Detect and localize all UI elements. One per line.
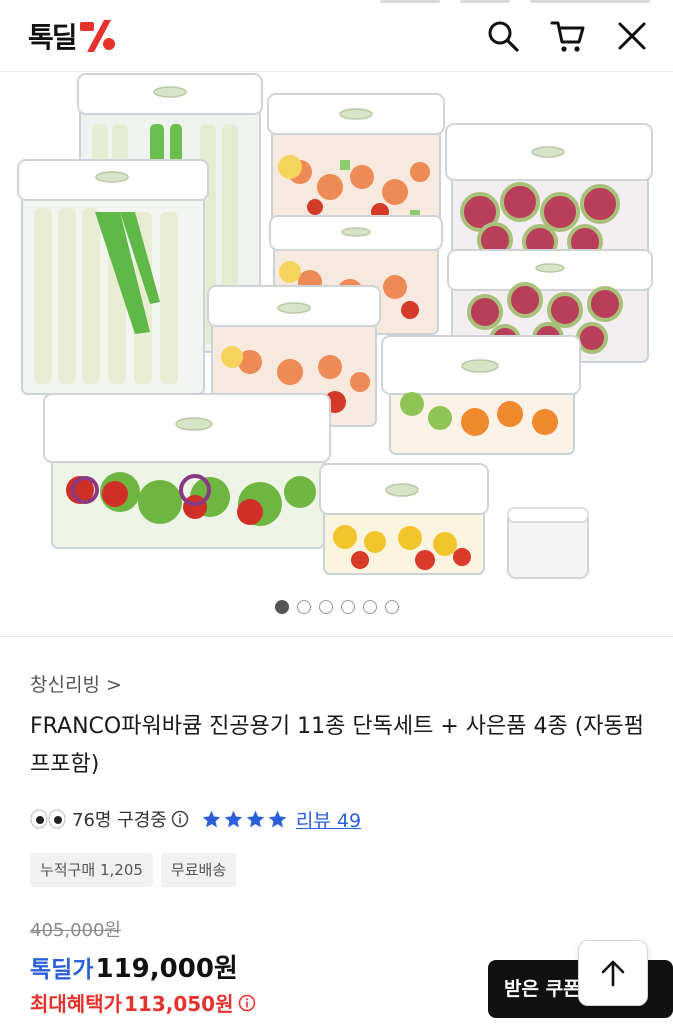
close-icon[interactable] bbox=[614, 18, 650, 54]
deal-price-value: 119,000원 bbox=[95, 954, 238, 984]
star-icon bbox=[224, 810, 243, 827]
max-benefit-row: 최대혜택가 113,050원 bbox=[30, 988, 256, 1017]
product-photo bbox=[17, 73, 653, 579]
gallery-dot[interactable] bbox=[274, 600, 289, 614]
product-tags: 누적구매 1,205 무료배송 bbox=[30, 853, 237, 887]
logo-text: 톡딜 bbox=[28, 21, 78, 54]
deal-price-label: 톡딜가 bbox=[30, 957, 94, 983]
star-icon bbox=[268, 810, 287, 827]
cart-icon[interactable] bbox=[550, 18, 586, 54]
section-divider bbox=[0, 636, 673, 637]
gallery-dot[interactable] bbox=[340, 600, 355, 614]
tag-free-shipping: 무료배송 bbox=[160, 853, 237, 887]
info-icon[interactable] bbox=[171, 810, 189, 828]
gallery-dot[interactable] bbox=[318, 600, 333, 614]
eyes-icon bbox=[30, 809, 66, 829]
deal-price-row: 톡딜가 119,000원 bbox=[30, 948, 238, 985]
scroll-top-button[interactable] bbox=[578, 940, 648, 1006]
gallery-pagination bbox=[0, 600, 673, 618]
star-icon bbox=[202, 810, 221, 827]
app-header: 톡딜 bbox=[0, 0, 673, 72]
star-icon bbox=[246, 810, 265, 827]
header-top-fragment bbox=[380, 0, 660, 3]
max-benefit-label: 최대혜택가 bbox=[30, 992, 122, 1016]
percent-mark-icon bbox=[79, 20, 115, 52]
tag-cumulative-purchases: 누적구매 1,205 bbox=[30, 853, 153, 887]
gallery-dot[interactable] bbox=[296, 600, 311, 614]
seller-link[interactable]: 창신리빙 > bbox=[30, 670, 122, 697]
product-meta: 76명 구경중 리뷰 49 bbox=[30, 806, 361, 832]
max-benefit-value: 113,050원 bbox=[124, 992, 234, 1016]
max-benefit-info-icon[interactable] bbox=[238, 994, 256, 1012]
gallery-dot[interactable] bbox=[384, 600, 399, 614]
search-icon[interactable] bbox=[485, 18, 521, 54]
rating-stars bbox=[201, 809, 288, 830]
logo[interactable]: 톡딜 bbox=[28, 18, 118, 54]
arrow-up-icon bbox=[601, 960, 625, 987]
product-image-gallery[interactable] bbox=[0, 72, 673, 634]
gallery-dot[interactable] bbox=[362, 600, 377, 614]
watching-count: 76명 구경중 bbox=[72, 810, 167, 831]
review-link[interactable]: 리뷰 49 bbox=[296, 806, 361, 833]
original-price: 405,000원 bbox=[30, 920, 121, 941]
product-title: FRANCO파워바큠 진공용기 11종 단독세트 + 사은품 4종 (자동펌프포… bbox=[30, 714, 644, 777]
